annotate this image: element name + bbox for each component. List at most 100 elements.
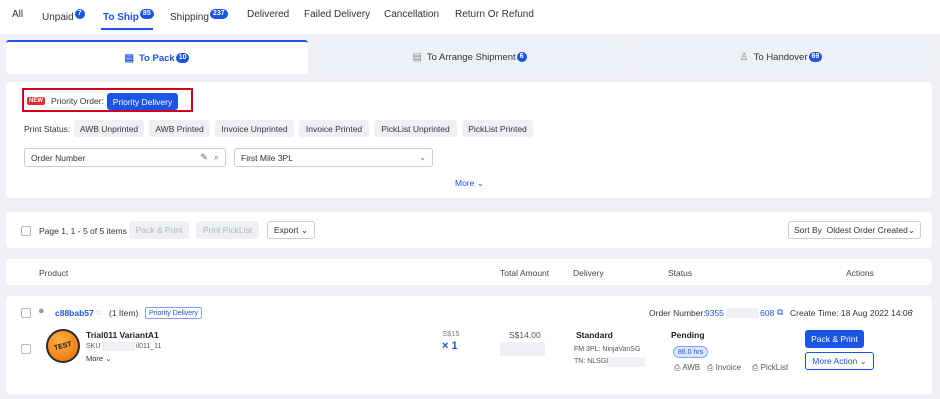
chip-invoice-unprinted[interactable]: Invoice Unprinted <box>215 120 294 137</box>
invoice-print-status[interactable]: ⎙ Invoice <box>707 363 741 373</box>
sort-select[interactable]: Sort By Oldest Order Created ⌄ <box>788 221 921 239</box>
tab-shipping[interactable]: Shipping 237 <box>170 9 228 23</box>
more-filters-link[interactable]: More ⌄ <box>455 178 484 189</box>
picklist-print-status[interactable]: ⎙ PickList <box>752 363 788 373</box>
total-amount: S$14.00 <box>509 330 541 340</box>
tab-to-ship[interactable]: To Ship 85 <box>103 9 154 23</box>
chip-invoice-printed[interactable]: Invoice Printed <box>299 120 369 137</box>
select-all-checkbox[interactable] <box>21 226 31 236</box>
column-header-product: Product <box>39 268 69 278</box>
chevron-right-icon[interactable]: › <box>910 306 913 317</box>
redacted-sku <box>102 342 135 351</box>
tab-all[interactable]: All <box>12 9 23 20</box>
table-header <box>6 259 932 285</box>
print-picklist-button[interactable]: Print PickList <box>196 221 259 239</box>
more-action-button[interactable]: More Action ⌄ <box>805 352 874 370</box>
bulk-pack-print-button[interactable]: Pack & Print <box>129 221 189 239</box>
chip-picklist-unprinted[interactable]: PickList Unprinted <box>374 120 457 137</box>
chevron-down-icon: ⌄ <box>300 224 309 235</box>
order-number-link[interactable]: 9355 <box>705 308 724 318</box>
page-info: Page 1, 1 - 5 of 5 items <box>39 226 127 236</box>
tab-label: All <box>12 9 24 20</box>
column-header-delivery: Delivery <box>573 268 604 278</box>
box-icon: ▤ <box>412 51 422 63</box>
column-header-actions: Actions <box>846 268 874 278</box>
subtab-to-arrange-shipment[interactable]: ▤ To Arrange Shipment 6 <box>318 40 621 74</box>
order-status-tabs: All Unpaid 7 To Ship 85 Shipping 237 Delive… <box>0 0 940 34</box>
chip-picklist-printed[interactable]: PickList Printed <box>462 120 533 137</box>
user-avatar-icon: ● <box>38 305 45 317</box>
chevron-down-icon: ⌄ <box>907 224 915 235</box>
priority-order-label: Priority Order: <box>51 96 104 106</box>
redacted-order-number <box>726 308 759 318</box>
print-icon: ⎙ <box>674 363 681 372</box>
edit-icon[interactable]: ✎ <box>200 152 208 163</box>
tab-failed-delivery[interactable]: Failed Delivery <box>304 9 370 20</box>
column-header-total-amount: Total Amount <box>500 268 550 278</box>
item-count: (1 Item) <box>109 308 139 318</box>
order-status: Pending <box>671 330 705 340</box>
tab-cancellation[interactable]: Cancellation <box>384 9 439 20</box>
export-label: Export <box>273 225 299 235</box>
subtab-to-handover[interactable]: ♙ To Handover 69 <box>630 40 932 74</box>
chevron-down-icon: ⌄ <box>859 355 867 366</box>
product-name[interactable]: Trial011 VariantA1 <box>86 330 159 340</box>
product-image-text: TEST <box>53 340 73 352</box>
order-number-label: Order Number: <box>649 308 706 318</box>
tab-label: Unpaid <box>42 12 74 23</box>
product-more-link[interactable]: More ⌄ <box>86 354 111 363</box>
tab-unpaid[interactable]: Unpaid 7 <box>42 9 85 23</box>
tracking-number: TN: NLSGD <box>574 358 612 365</box>
order-number-search[interactable]: Order Number ✎ ⌕ <box>24 148 226 167</box>
more-label: More <box>86 354 104 363</box>
priority-delivery-button[interactable]: Priority Delivery <box>107 93 178 110</box>
sort-value: Oldest Order Created <box>826 225 908 235</box>
pack-print-button[interactable]: Pack & Print <box>805 330 864 348</box>
count-badge: 6 <box>516 52 527 62</box>
search-icon[interactable]: ⌕ <box>214 152 219 163</box>
subtab-label: To Pack <box>138 52 175 64</box>
order-checkbox[interactable] <box>21 308 31 318</box>
product-image[interactable]: TEST <box>46 329 80 363</box>
chevron-down-icon: ⌄ <box>476 178 484 188</box>
count-badge: 69 <box>808 52 823 62</box>
awb-print-status[interactable]: ⎙ AWB <box>674 363 700 373</box>
quantity: × 1 <box>442 340 458 352</box>
chevron-down-icon: ⌄ <box>419 153 426 162</box>
order-number-suffix[interactable]: 608 <box>760 308 774 318</box>
awb-label: AWB <box>682 363 701 372</box>
chevron-down-icon: ⌄ <box>105 354 112 363</box>
chip-awb-unprinted[interactable]: AWB Unprinted <box>74 120 144 137</box>
sort-label: Sort By <box>794 225 822 235</box>
count-badge: 237 <box>209 9 228 19</box>
priority-delivery-tag: Priority Delivery <box>145 307 202 319</box>
first-mile-3pl-select[interactable]: First Mile 3PL ⌄ <box>234 148 433 167</box>
tab-label: Return Or Refund <box>455 9 534 20</box>
picklist-label: PickList <box>760 363 789 372</box>
more-action-label: More Action <box>812 356 858 366</box>
subtab-label: To Handover <box>753 51 808 63</box>
tab-return-or-refund[interactable]: Return Or Refund <box>455 9 534 20</box>
buyer-name-link[interactable]: c88bab57 <box>55 308 94 318</box>
first-mile-3pl: FM 3PL: NinjaVanSG <box>574 346 641 353</box>
export-button[interactable]: Export ⌄ <box>267 221 315 239</box>
order-number-placeholder: Order Number <box>31 152 86 163</box>
count-badge: 10 <box>175 53 190 63</box>
sku-label: SKU <box>86 343 101 350</box>
product-checkbox[interactable] <box>21 344 31 354</box>
print-icon: ⎙ <box>707 363 714 372</box>
tab-delivered[interactable]: Delivered <box>247 9 289 20</box>
chat-icon[interactable]: ◌ <box>96 307 101 317</box>
delivery-type: Standard <box>576 330 613 340</box>
subtab-to-pack[interactable]: ▤ To Pack 10 <box>6 40 308 74</box>
tab-label: Cancellation <box>384 9 440 20</box>
invoice-label: Invoice <box>715 363 741 372</box>
chip-awb-printed[interactable]: AWB Printed <box>149 120 210 137</box>
active-tab-indicator <box>101 28 153 30</box>
create-time: Create Time: 18 Aug 2022 14:06 <box>790 308 913 318</box>
redacted-tracking-number <box>608 357 645 367</box>
count-badge: 7 <box>74 9 85 19</box>
tab-label: Shipping <box>170 12 209 23</box>
copy-icon[interactable]: ⧉ <box>777 307 783 318</box>
print-status-label: Print Status: <box>24 124 71 134</box>
